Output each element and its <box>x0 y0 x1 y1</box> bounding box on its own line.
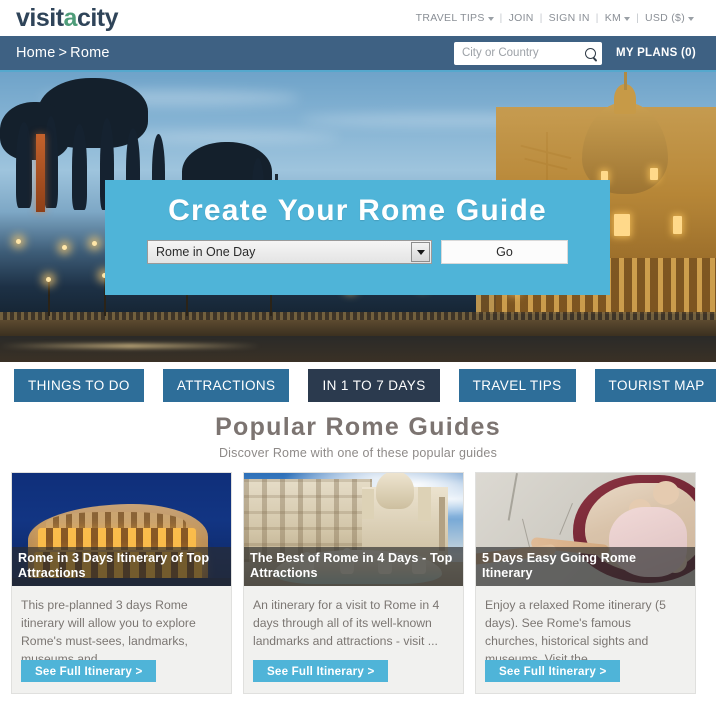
site-logo[interactable]: visitacity <box>16 3 119 32</box>
card-footer: See Full Itinerary > <box>12 660 231 693</box>
category-attractions[interactable]: ATTRACTIONS <box>162 369 290 402</box>
basilica-spire-shape <box>624 72 627 90</box>
logo-text-part1: visit <box>16 3 64 32</box>
category-things-to-do[interactable]: THINGS TO DO <box>14 369 144 402</box>
church-tower-shape <box>418 487 431 521</box>
street-lamp-light <box>92 241 97 246</box>
card-thumbnail-piazza-navona: The Best of Rome in 4 Days - Top Attract… <box>244 473 463 586</box>
page-title: Popular Rome Guides <box>215 413 501 441</box>
colosseum-upper-tier <box>46 512 186 528</box>
card-footer: See Full Itinerary > <box>244 660 463 693</box>
chevron-down-icon[interactable] <box>411 242 430 262</box>
church-tower-shape <box>362 489 374 519</box>
light-streak <box>0 344 260 348</box>
nav-sign-in[interactable]: SIGN IN <box>543 12 596 24</box>
search-area: MY PLANS (0) <box>453 41 700 65</box>
logo-text-accent: a <box>63 3 78 32</box>
nav-travel-tips[interactable]: TRAVEL TIPS <box>410 12 500 24</box>
balustrade-shape <box>0 312 716 320</box>
hero-banner: Create Your Rome Guide Rome in One Day G… <box>0 72 716 362</box>
guide-card-list: Rome in 3 Days Itinerary of Top Attracti… <box>0 460 716 694</box>
tree-shape <box>0 102 70 160</box>
cloud-shape <box>120 132 340 142</box>
nav-join-label: JOIN <box>508 12 534 24</box>
hero-controls: Rome in One Day Go <box>105 240 610 264</box>
cypress-tree-shape <box>16 122 32 208</box>
card-thumbnail-creation-of-adam: 5 Days Easy Going Rome Itinerary <box>476 473 695 586</box>
breadcrumb-current: Rome <box>70 45 110 61</box>
card-title: Rome in 3 Days Itinerary of Top Attracti… <box>12 547 231 586</box>
search-icon[interactable] <box>584 47 596 59</box>
card-description: Enjoy a relaxed Rome itinerary (5 days).… <box>485 598 666 666</box>
guide-card[interactable]: The Best of Rome in 4 Days - Top Attract… <box>243 472 464 694</box>
section-subtitle: Discover Rome with one of these popular … <box>218 446 498 460</box>
hero-title: Create Your Rome Guide <box>168 194 547 227</box>
nav-sign-in-label: SIGN IN <box>548 12 590 24</box>
go-button[interactable]: Go <box>441 240 568 264</box>
bridge-shape <box>0 320 716 336</box>
window-light <box>650 168 658 180</box>
street-lamp-light <box>16 239 21 244</box>
guide-card[interactable]: Rome in 3 Days Itinerary of Top Attracti… <box>11 472 232 694</box>
card-title: The Best of Rome in 4 Days - Top Attract… <box>244 547 463 586</box>
lamp-post <box>48 280 50 316</box>
top-navigation: TRAVEL TIPS | JOIN | SIGN IN | KM | USD … <box>410 12 700 24</box>
cherub-figure <box>653 481 679 505</box>
cypress-tree-shape <box>72 124 87 210</box>
category-tourist-map[interactable]: TOURIST MAP <box>594 369 716 402</box>
card-thumbnail-colosseum: Rome in 3 Days Itinerary of Top Attracti… <box>12 473 231 586</box>
fresco-crack <box>507 473 518 521</box>
top-bar: visitacity TRAVEL TIPS | JOIN | SIGN IN … <box>0 0 716 36</box>
window-light <box>614 214 630 236</box>
card-footer: See Full Itinerary > <box>476 660 695 693</box>
search-box[interactable] <box>453 41 602 65</box>
chevron-down-icon <box>487 17 494 21</box>
breadcrumb-bar: Home>Rome MY PLANS (0) <box>0 36 716 72</box>
category-travel-tips[interactable]: TRAVEL TIPS <box>458 369 576 402</box>
my-plans-link[interactable]: MY PLANS (0) <box>616 47 700 59</box>
guide-duration-selected-value: Rome in One Day <box>156 245 256 259</box>
card-description: An itinerary for a visit to Rome in 4 da… <box>253 598 440 648</box>
category-button-row: THINGS TO DO ATTRACTIONS IN 1 TO 7 DAYS … <box>0 362 716 409</box>
obelisk-shape <box>36 134 45 212</box>
breadcrumb-home[interactable]: Home <box>16 45 55 61</box>
church-dome-shape <box>376 473 414 509</box>
nav-currency-label: USD ($) <box>644 12 685 24</box>
street-lamp-light <box>46 277 51 282</box>
fresco-crack <box>559 503 574 535</box>
nav-travel-tips-label: TRAVEL TIPS <box>415 12 485 24</box>
nav-join[interactable]: JOIN <box>503 12 540 24</box>
guide-duration-select[interactable]: Rome in One Day <box>147 240 432 264</box>
chevron-down-icon <box>624 17 631 21</box>
guide-card[interactable]: 5 Days Easy Going Rome Itinerary Enjoy a… <box>475 472 696 694</box>
logo-text-part2: city <box>76 3 119 32</box>
see-full-itinerary-button[interactable]: See Full Itinerary > <box>21 660 157 682</box>
chevron-down-icon <box>688 17 694 21</box>
obelisk-shape <box>439 497 445 551</box>
section-header: Popular Rome Guides Discover Rome with o… <box>0 409 716 460</box>
card-title: 5 Days Easy Going Rome Itinerary <box>476 547 695 586</box>
card-description: This pre-planned 3 days Rome itinerary w… <box>21 598 196 666</box>
window-light <box>673 216 682 234</box>
category-in-1-to-7-days[interactable]: IN 1 TO 7 DAYS <box>308 369 440 402</box>
see-full-itinerary-button[interactable]: See Full Itinerary > <box>485 660 621 682</box>
breadcrumb-separator: > <box>58 45 68 61</box>
nav-units-label: KM <box>604 12 622 24</box>
nav-currency-usd[interactable]: USD ($) <box>639 12 700 24</box>
see-full-itinerary-button[interactable]: See Full Itinerary > <box>253 660 389 682</box>
breadcrumb[interactable]: Home > Rome <box>16 45 110 61</box>
create-guide-panel: Create Your Rome Guide Rome in One Day G… <box>105 180 610 295</box>
search-input[interactable] <box>461 47 580 59</box>
street-lamp-light <box>62 245 67 250</box>
nav-units-km[interactable]: KM <box>599 12 636 24</box>
cypress-tree-shape <box>44 116 58 208</box>
